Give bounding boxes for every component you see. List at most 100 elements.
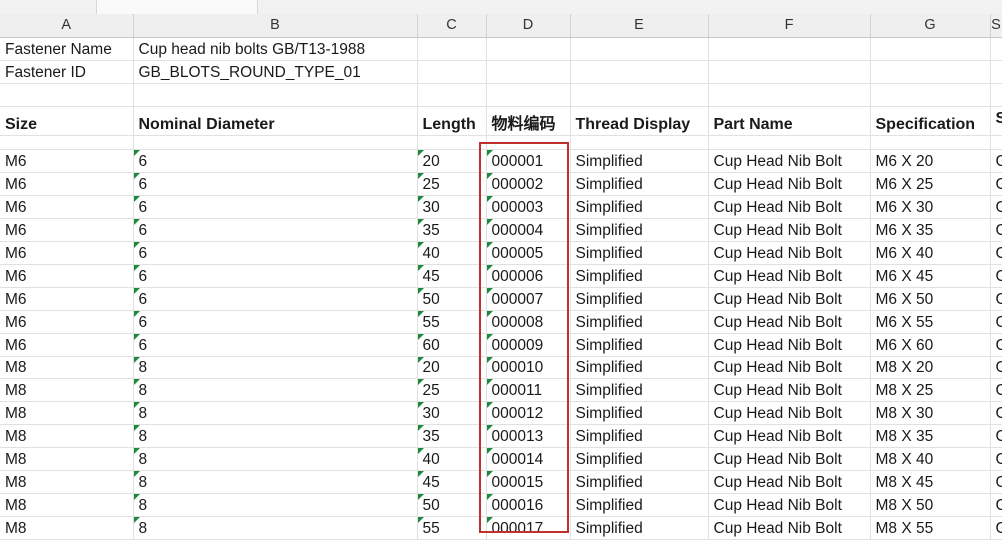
fastener-name-label[interactable]: Fastener Name [0,37,134,61]
size-cell[interactable]: M8 [0,424,134,449]
specification-cell[interactable]: M8 X 25 [870,378,991,403]
nominal-diameter-cell[interactable]: 8 [133,447,418,472]
material-code-cell[interactable]: 000013 [486,424,571,449]
length-cell[interactable]: 30 [417,401,487,426]
cell[interactable] [990,83,1002,107]
part-name-cell[interactable]: Cup Head Nib Bolt [708,172,871,197]
part-name-cell[interactable]: Cup Head Nib Bolt [708,333,871,357]
cell[interactable] [570,60,709,84]
thread-display-cell[interactable]: Simplified [570,356,709,380]
size-cell[interactable]: M6 [0,333,134,357]
header-length[interactable]: Length [417,106,487,136]
header-part-name[interactable]: Part Name [708,106,871,136]
material-code-cell[interactable]: 000014 [486,447,571,472]
length-cell[interactable]: 40 [417,447,487,472]
specification-cell[interactable]: M6 X 40 [870,241,991,265]
overflow-cell[interactable]: G [990,195,1002,220]
size-cell[interactable]: M8 [0,356,134,380]
nominal-diameter-cell[interactable]: 8 [133,378,418,403]
nominal-diameter-cell[interactable]: 6 [133,264,418,288]
specification-cell[interactable]: M8 X 40 [870,447,991,472]
specification-cell[interactable]: M8 X 55 [870,516,991,540]
overflow-cell[interactable]: G [990,172,1002,197]
header-size[interactable]: Size [0,106,134,136]
column-header-a[interactable]: A [0,14,134,38]
material-code-cell[interactable]: 000001 [486,149,571,174]
specification-cell[interactable]: M6 X 25 [870,172,991,197]
thread-display-cell[interactable]: Simplified [570,310,709,334]
overflow-cell[interactable]: G [990,218,1002,242]
cell[interactable] [870,60,991,84]
header-nominal-diameter[interactable]: Nominal Diameter [133,106,418,136]
part-name-cell[interactable]: Cup Head Nib Bolt [708,424,871,449]
overflow-cell[interactable]: G [990,378,1002,403]
part-name-cell[interactable]: Cup Head Nib Bolt [708,264,871,288]
size-cell[interactable]: M6 [0,218,134,242]
overflow-cell[interactable]: G [990,447,1002,472]
thread-display-cell[interactable]: Simplified [570,241,709,265]
cell[interactable] [417,135,487,151]
part-name-cell[interactable]: Cup Head Nib Bolt [708,356,871,380]
specification-cell[interactable]: M8 X 50 [870,493,991,517]
part-name-cell[interactable]: Cup Head Nib Bolt [708,378,871,403]
cell[interactable] [708,135,871,151]
part-name-cell[interactable]: Cup Head Nib Bolt [708,516,871,540]
length-cell[interactable]: 40 [417,241,487,265]
length-cell[interactable]: 30 [417,195,487,220]
material-code-cell[interactable]: 000002 [486,172,571,197]
part-name-cell[interactable]: Cup Head Nib Bolt [708,195,871,220]
cell[interactable] [486,37,571,61]
overflow-cell[interactable]: G [990,333,1002,357]
column-header-b[interactable]: B [133,14,418,38]
size-cell[interactable]: M6 [0,264,134,288]
size-cell[interactable]: M8 [0,493,134,517]
specification-cell[interactable]: M6 X 20 [870,149,991,174]
material-code-cell[interactable]: 000017 [486,516,571,540]
size-cell[interactable]: M8 [0,401,134,426]
thread-display-cell[interactable]: Simplified [570,287,709,311]
overflow-cell[interactable]: G [990,424,1002,449]
nominal-diameter-cell[interactable]: 8 [133,424,418,449]
specification-cell[interactable]: M6 X 35 [870,218,991,242]
nominal-diameter-cell[interactable]: 6 [133,218,418,242]
part-name-cell[interactable]: Cup Head Nib Bolt [708,470,871,494]
size-cell[interactable]: M6 [0,172,134,197]
cell[interactable] [708,60,871,84]
cell[interactable] [417,60,487,84]
material-code-cell[interactable]: 000004 [486,218,571,242]
cell[interactable] [417,37,487,61]
nominal-diameter-cell[interactable]: 6 [133,333,418,357]
nominal-diameter-cell[interactable]: 8 [133,356,418,380]
thread-display-cell[interactable]: Simplified [570,470,709,494]
cell[interactable] [570,83,709,107]
specification-cell[interactable]: M8 X 35 [870,424,991,449]
material-code-cell[interactable]: 000007 [486,287,571,311]
column-header-f[interactable]: F [708,14,871,38]
cell[interactable] [133,83,418,107]
thread-display-cell[interactable]: Simplified [570,195,709,220]
cell[interactable] [990,135,1002,151]
overflow-cell[interactable]: G [990,241,1002,265]
thread-display-cell[interactable]: Simplified [570,401,709,426]
size-cell[interactable]: M6 [0,287,134,311]
thread-display-cell[interactable]: Simplified [570,424,709,449]
part-name-cell[interactable]: Cup Head Nib Bolt [708,218,871,242]
specification-cell[interactable]: M6 X 30 [870,195,991,220]
part-name-cell[interactable]: Cup Head Nib Bolt [708,310,871,334]
length-cell[interactable]: 20 [417,149,487,174]
size-cell[interactable]: M8 [0,378,134,403]
nominal-diameter-cell[interactable]: 6 [133,310,418,334]
material-code-cell[interactable]: 000008 [486,310,571,334]
cell[interactable] [0,83,134,107]
thread-display-cell[interactable]: Simplified [570,516,709,540]
thread-display-cell[interactable]: Simplified [570,218,709,242]
length-cell[interactable]: 20 [417,356,487,380]
overflow-cell[interactable]: G [990,264,1002,288]
length-cell[interactable]: 35 [417,218,487,242]
size-cell[interactable]: M6 [0,149,134,174]
overflow-cell[interactable]: G [990,470,1002,494]
cell[interactable] [417,83,487,107]
length-cell[interactable]: 50 [417,287,487,311]
overflow-cell[interactable]: G [990,493,1002,517]
nominal-diameter-cell[interactable]: 8 [133,401,418,426]
